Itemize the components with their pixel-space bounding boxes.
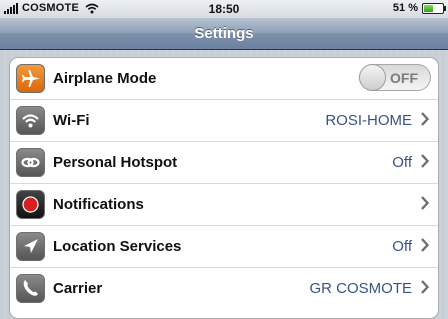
airplane-mode-label: Airplane Mode [53,70,157,87]
status-right: 51 % [392,2,446,14]
chevron-right-icon [421,280,429,294]
hotspot-link-icon [16,148,45,177]
wifi-label: Wi-Fi [53,112,90,129]
phone-icon [16,274,45,303]
wifi-network-value: ROSI-HOME [325,112,412,129]
chevron-right-icon [421,238,429,252]
battery-icon [422,2,446,14]
settings-row-location-services[interactable]: Location Services Off [10,226,438,268]
wifi-icon [16,106,45,135]
airplane-icon [16,64,45,93]
notifications-label: Notifications [53,196,144,213]
settings-row-wifi[interactable]: Wi-Fi ROSI-HOME [10,100,438,142]
toggle-knob [359,64,386,91]
notifications-icon [16,190,45,219]
airplane-mode-toggle[interactable]: OFF [359,64,431,91]
location-arrow-icon [16,232,45,261]
clock: 18:50 [208,2,240,16]
settings-group: Airplane Mode OFF Wi-Fi ROSI-HOME Person… [9,57,439,319]
chevron-right-icon [421,154,429,168]
battery-fill [424,4,433,12]
settings-row-notifications[interactable]: Notifications [10,184,438,226]
location-services-value: Off [392,238,412,255]
chevron-right-icon [421,196,429,210]
carrier-label: Carrier [53,280,103,297]
chevron-right-icon [421,112,429,126]
carrier-value: GR COSMOTE [309,280,412,297]
page-title: Settings [194,25,254,42]
settings-row-personal-hotspot[interactable]: Personal Hotspot Off [10,142,438,184]
personal-hotspot-value: Off [392,154,412,171]
settings-row-airplane-mode: Airplane Mode OFF [10,58,438,100]
settings-row-carrier[interactable]: Carrier GR COSMOTE [10,268,438,309]
battery-percent: 51 % [392,2,418,14]
status-bar: COSMOTE 18:50 51 % [0,0,448,18]
location-services-label: Location Services [53,238,182,255]
personal-hotspot-label: Personal Hotspot [53,154,178,171]
toggle-state-text: OFF [390,70,418,86]
navigation-bar: Settings [0,18,448,50]
